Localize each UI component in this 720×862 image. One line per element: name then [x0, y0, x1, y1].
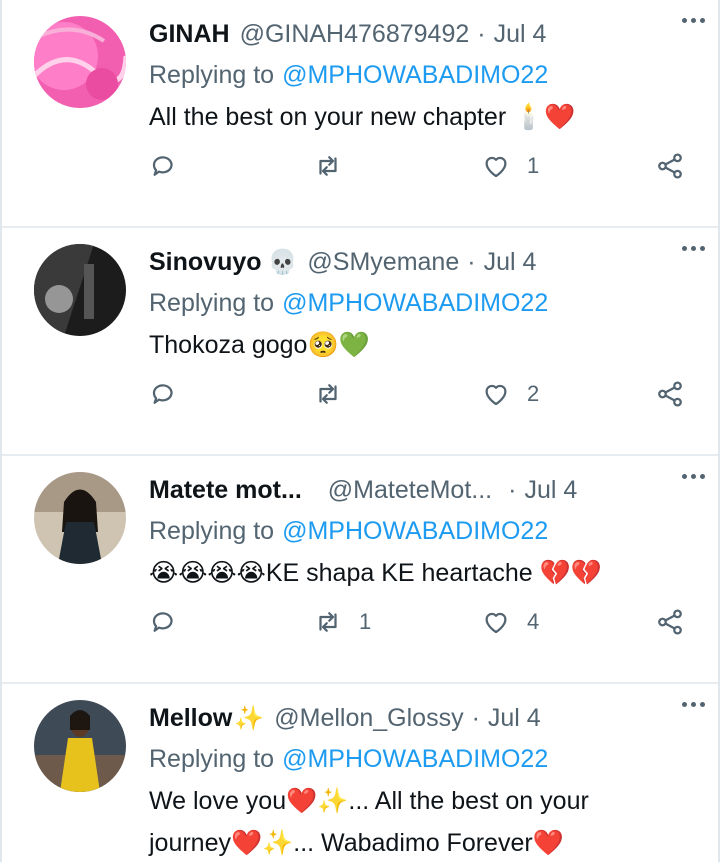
like-count: 2 [527, 381, 540, 406]
separator-dot: · [471, 703, 480, 732]
share-icon [658, 609, 682, 635]
display-name[interactable]: Mellow [149, 704, 232, 733]
like-count: 1 [527, 153, 540, 178]
replying-to-line: Replying to @MPHOWABADIMO22 [149, 510, 694, 552]
share-button[interactable] [655, 602, 685, 642]
broken-heart-emojis: 💔💔 [539, 558, 602, 587]
tweet-header: Matete mot... @MateteMot... · Jul 4 [149, 470, 694, 510]
more-icon[interactable] [676, 692, 710, 716]
separator-dot: · [467, 247, 476, 276]
tweet-text-line1-b: ... All the best on your [348, 787, 589, 815]
retweet-icon [319, 612, 337, 632]
retweet-button[interactable]: 1 [313, 602, 371, 642]
heart-sparkle-emojis: ❤️✨ [286, 786, 349, 815]
tweet-date[interactable]: Jul 4 [524, 476, 577, 505]
reply-icon [152, 612, 173, 632]
action-bar: 1 [149, 146, 694, 186]
replying-to-line: Replying to @MPHOWABADIMO22 [149, 282, 694, 324]
tweet-text: We love you❤️✨... All the best on your j… [149, 780, 694, 862]
tweet-text-content: KE shapa KE heartache [265, 559, 533, 587]
display-name[interactable]: GINAH [149, 20, 230, 49]
like-count: 4 [527, 609, 540, 634]
tweet-text-line2-a: journey [149, 829, 231, 857]
heart-sparkle-emojis: ❤️✨ [231, 828, 294, 857]
tweet-text-line1-a: We love you [149, 787, 287, 815]
tweet-header: Mellow ✨ @Mellon_Glossy · Jul 4 [149, 698, 694, 738]
like-button[interactable]: 1 [481, 146, 539, 186]
replying-to-line: Replying to @MPHOWABADIMO22 [149, 54, 694, 96]
like-button[interactable]: 4 [481, 602, 539, 642]
text-emojis: 🥺💚 [307, 330, 370, 359]
tweet-header: GINAH @GINAH476879492 · Jul 4 [149, 14, 694, 54]
like-button[interactable]: 2 [481, 374, 539, 414]
reply-button[interactable] [149, 374, 195, 414]
reply-button[interactable] [149, 146, 195, 186]
share-icon [658, 381, 682, 407]
display-name[interactable]: Sinovuyo [149, 248, 262, 277]
replying-label: Replying to [149, 516, 275, 545]
user-handle[interactable]: @MateteMot... [328, 476, 492, 505]
replying-label: Replying to [149, 288, 275, 317]
tweet-text: Thokoza gogo🥺💚 [149, 324, 694, 366]
tweet-card[interactable]: Sinovuyo 💀 @SMyemane · Jul 4 Replying to… [2, 228, 718, 456]
tweet-header: Sinovuyo 💀 @SMyemane · Jul 4 [149, 242, 694, 282]
retweet-count: 1 [359, 609, 372, 634]
action-bar: 1 4 [149, 602, 694, 642]
replying-to-line: Replying to @MPHOWABADIMO22 [149, 738, 694, 780]
reply-icon [152, 156, 173, 176]
tweet-text: All the best on your new chapter 🕯️❤️ [149, 96, 694, 138]
replying-label: Replying to [149, 744, 275, 773]
avatar[interactable] [34, 700, 126, 792]
mention-link[interactable]: @MPHOWABADIMO22 [282, 517, 548, 546]
mention-link[interactable]: @MPHOWABADIMO22 [282, 61, 548, 90]
tweet-card[interactable]: Mellow ✨ @Mellon_Glossy · Jul 4 Replying… [2, 684, 718, 862]
tweet-card[interactable]: Matete mot... @MateteMot... · Jul 4 Repl… [2, 456, 718, 684]
display-name[interactable]: Matete mot... [149, 476, 302, 505]
tweet-card[interactable]: GINAH @GINAH476879492 · Jul 4 Replying t… [2, 0, 718, 228]
more-icon[interactable] [676, 8, 710, 32]
tweet-date[interactable]: Jul 4 [484, 248, 537, 277]
reply-button[interactable] [149, 602, 195, 642]
like-icon [485, 156, 507, 178]
more-icon[interactable] [676, 236, 710, 260]
user-handle[interactable]: @GINAH476879492 [240, 20, 470, 49]
separator-dot: · [477, 19, 486, 48]
replying-label: Replying to [149, 60, 275, 89]
user-handle[interactable]: @Mellon_Glossy [274, 704, 463, 733]
mention-link[interactable]: @MPHOWABADIMO22 [282, 289, 548, 318]
user-handle[interactable]: @SMyemane [307, 248, 459, 277]
tweet-date[interactable]: Jul 4 [488, 704, 541, 733]
reply-icon [152, 384, 173, 404]
mention-link[interactable]: @MPHOWABADIMO22 [282, 745, 548, 774]
avatar[interactable] [34, 16, 126, 108]
retweet-button[interactable] [313, 146, 359, 186]
tweet-text-content: All the best on your new chapter [149, 103, 507, 131]
separator-dot: · [508, 475, 517, 504]
tweet-text-line2-b: ... Wabadimo Forever [293, 829, 533, 857]
sparkles-emoji: ✨ [234, 704, 265, 732]
skull-emoji: 💀 [267, 248, 298, 276]
tweet-date[interactable]: Jul 4 [494, 20, 547, 49]
tweet-text: 😭😭😭😭KE shapa KE heartache 💔💔 [149, 552, 694, 594]
avatar[interactable] [34, 472, 126, 564]
share-button[interactable] [655, 374, 685, 414]
more-icon[interactable] [676, 464, 710, 488]
share-icon [658, 153, 682, 179]
like-icon [485, 612, 507, 634]
tweet-text-content: Thokoza gogo [149, 331, 308, 359]
avatar[interactable] [34, 244, 126, 336]
reply-feed: GINAH @GINAH476879492 · Jul 4 Replying t… [0, 0, 720, 862]
like-icon [485, 384, 507, 406]
retweet-icon [319, 384, 337, 404]
share-button[interactable] [655, 146, 685, 186]
action-bar: 2 [149, 374, 694, 414]
heart-emoji: ❤️ [532, 828, 564, 857]
retweet-button[interactable] [313, 374, 359, 414]
text-emojis: 🕯️❤️ [513, 102, 576, 131]
retweet-icon [319, 156, 337, 176]
crying-emojis: 😭😭😭😭 [149, 558, 266, 587]
